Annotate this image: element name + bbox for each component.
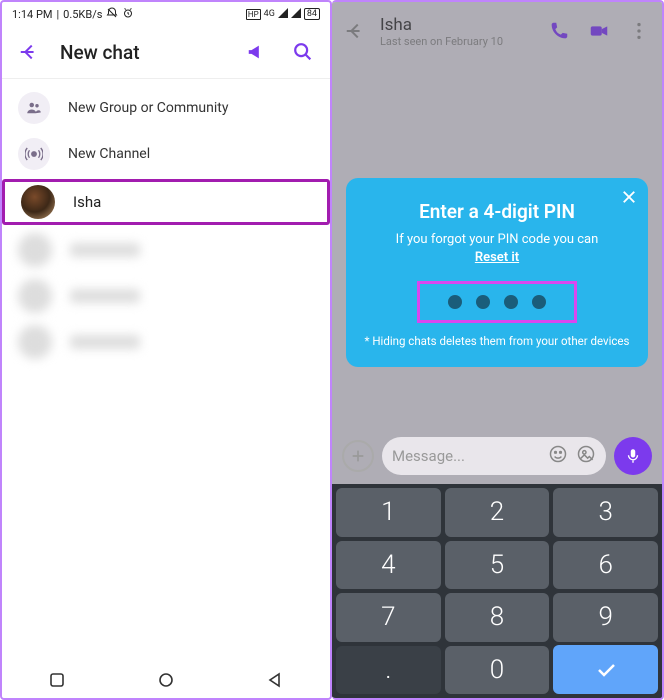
add-attachment-icon[interactable] [342, 440, 374, 472]
modal-subtitle: If you forgot your PIN code you can Rese… [364, 231, 630, 267]
nav-recent-icon[interactable] [49, 672, 65, 688]
key-7[interactable]: 7 [336, 593, 441, 642]
hd-icon: HP [246, 9, 261, 20]
right-screenshot: Isha Last seen on February 10 Enter a 4-… [332, 0, 664, 700]
status-bar: 1:14 PM | 0.5KB/s HP 4G 84 [2, 2, 330, 26]
modal-note: * Hiding chats deletes them from your ot… [364, 333, 630, 349]
divider [2, 78, 330, 79]
close-icon[interactable] [620, 188, 638, 210]
battery-icon: 84 [304, 8, 320, 20]
pin-dot [504, 295, 518, 309]
back-arrow-icon[interactable] [14, 37, 44, 67]
blurred-contact-1 [2, 227, 330, 273]
nav-home-icon[interactable] [158, 672, 174, 688]
pin-dot [532, 295, 546, 309]
group-icon [18, 92, 50, 124]
key-5[interactable]: 5 [445, 541, 550, 590]
contact-name: Isha [73, 193, 101, 211]
new-channel-label: New Channel [68, 146, 150, 162]
key-0[interactable]: 0 [445, 646, 550, 695]
pin-entry-modal: Enter a 4-digit PIN If you forgot your P… [346, 178, 648, 367]
message-input[interactable]: Message... [382, 437, 606, 475]
key-1[interactable]: 1 [336, 488, 441, 537]
status-speed: 0.5KB/s [63, 8, 102, 21]
new-group-item[interactable]: New Group or Community [2, 85, 330, 131]
header-title: New chat [60, 41, 226, 64]
blurred-contact-3 [2, 319, 330, 365]
dnd-icon [106, 7, 118, 22]
pin-input-highlighted[interactable] [417, 281, 577, 323]
search-icon[interactable] [288, 37, 318, 67]
key-4[interactable]: 4 [336, 541, 441, 590]
new-chat-header: New chat [2, 26, 330, 78]
key-6[interactable]: 6 [553, 541, 658, 590]
key-9[interactable]: 9 [553, 593, 658, 642]
emoji-icon[interactable] [548, 444, 568, 468]
new-group-label: New Group or Community [68, 100, 229, 116]
contact-isha-highlighted[interactable]: Isha [2, 179, 330, 225]
announce-icon[interactable] [242, 37, 272, 67]
key-dot[interactable]: . [336, 646, 441, 695]
signal-icon-2 [291, 8, 301, 21]
pin-dot [476, 295, 490, 309]
key-2[interactable]: 2 [445, 488, 550, 537]
avatar [21, 185, 55, 219]
left-screenshot: 1:14 PM | 0.5KB/s HP 4G 84 New chat [0, 0, 332, 700]
new-channel-item[interactable]: New Channel [2, 131, 330, 177]
key-8[interactable]: 8 [445, 593, 550, 642]
message-placeholder: Message... [392, 447, 540, 465]
reset-pin-link[interactable]: Reset it [475, 250, 519, 265]
pin-dot [448, 295, 462, 309]
status-time: 1:14 PM [12, 8, 52, 21]
key-confirm[interactable] [553, 645, 658, 694]
android-nav-bar [2, 662, 330, 698]
signal-icon-1 [278, 8, 288, 21]
blurred-contact-2 [2, 273, 330, 319]
alarm-icon [122, 7, 134, 22]
modal-title: Enter a 4-digit PIN [364, 200, 630, 223]
gallery-icon[interactable] [576, 444, 596, 468]
nav-back-icon[interactable] [267, 672, 283, 688]
channel-icon [18, 138, 50, 170]
mic-button[interactable] [614, 437, 652, 475]
network-icon: 4G [264, 9, 275, 19]
key-3[interactable]: 3 [553, 488, 658, 537]
message-input-bar: Message... [342, 434, 652, 478]
